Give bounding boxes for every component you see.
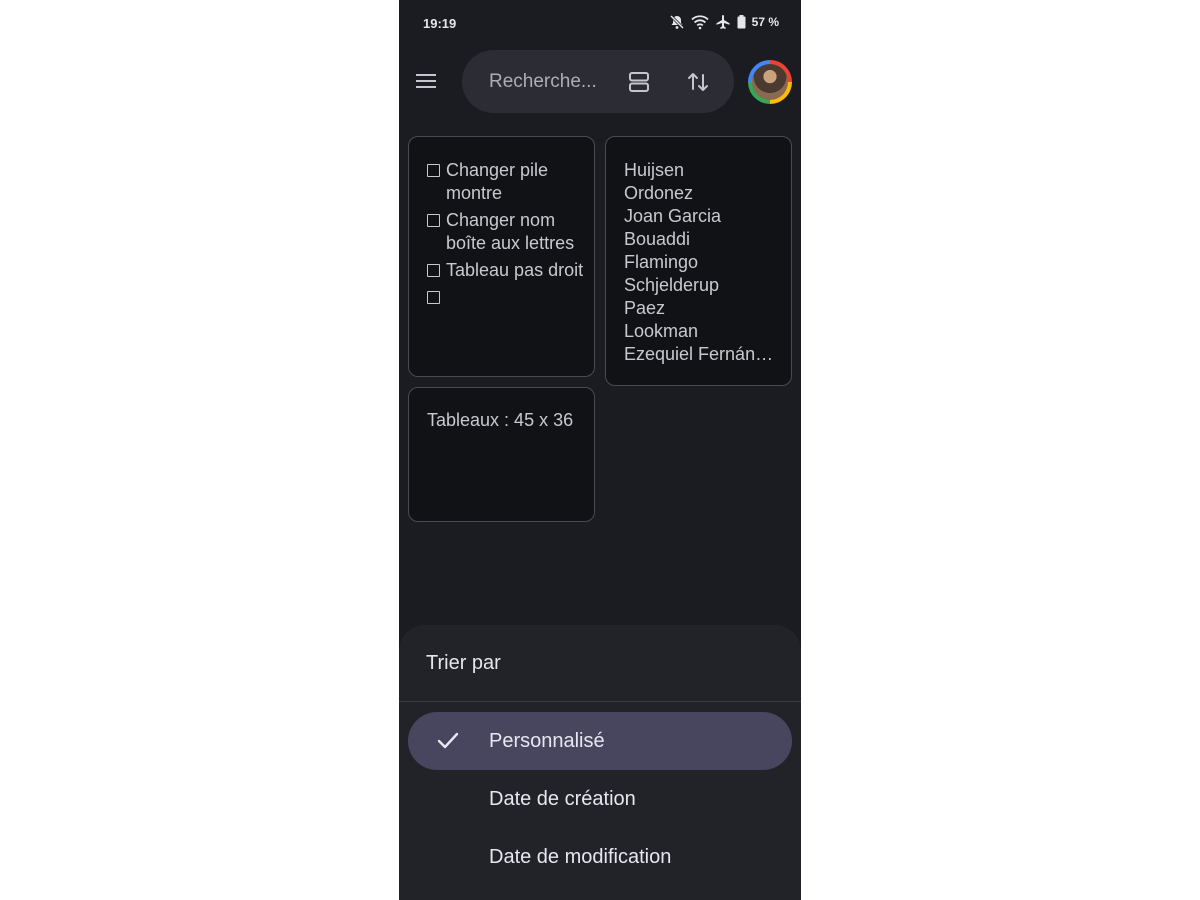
sort-option-label: Personnalisé <box>489 730 605 752</box>
checklist-item: Tableau pas droit <box>427 259 584 282</box>
note-line: Ezequiel Fernán… <box>624 344 774 364</box>
divider <box>399 701 801 702</box>
layout-toggle-button[interactable] <box>626 69 652 95</box>
airplane-icon <box>715 14 731 30</box>
avatar[interactable] <box>748 60 792 104</box>
note-names-list[interactable]: Huijsen Ordonez Joan Garcia Bouaddi Flam… <box>605 136 792 386</box>
checklist-item: Changer nom boîte aux lettres <box>427 209 584 255</box>
note-line: Flamingo <box>624 252 699 272</box>
notifications-off-icon <box>669 14 685 30</box>
sort-button[interactable] <box>684 68 712 96</box>
layout-icon <box>629 72 649 92</box>
note-line: Paez <box>624 298 666 318</box>
sheet-title: Trier par <box>426 652 501 674</box>
checkbox[interactable] <box>427 264 440 277</box>
search-bar[interactable]: Recherche... <box>462 50 734 113</box>
note-checklist[interactable]: Changer pile montre Changer nom boîte au… <box>408 136 595 377</box>
checkbox[interactable] <box>427 164 440 177</box>
phone-screen: 19:19 57 % Recherche... Changer pile mon… <box>399 0 801 900</box>
note-line: Ordonez <box>624 183 694 203</box>
note-line: Joan Garcia <box>624 206 722 226</box>
note-line: Bouaddi <box>624 229 691 249</box>
checkbox[interactable] <box>427 291 440 304</box>
sort-option-label: Date de création <box>489 788 636 810</box>
checkbox[interactable] <box>427 214 440 227</box>
wifi-icon <box>691 14 709 30</box>
note-body: Tableaux : 45 x 36 <box>427 410 574 430</box>
status-time: 19:19 <box>423 16 457 31</box>
note-text[interactable]: Tableaux : 45 x 36 <box>408 387 595 522</box>
checklist-item-text: Tableau pas droit <box>446 260 584 280</box>
checklist-item-text: Changer pile montre <box>446 160 549 203</box>
sort-option-custom[interactable]: Personnalisé <box>408 712 792 770</box>
avatar-photo <box>752 64 788 100</box>
sort-option-creation-date[interactable]: Date de création <box>408 770 792 828</box>
status-bar: 19:19 57 % <box>399 0 801 46</box>
battery-icon <box>737 15 746 29</box>
menu-button[interactable] <box>413 68 439 94</box>
battery-percent: 57 % <box>751 15 779 29</box>
search-input[interactable]: Recherche... <box>489 71 597 93</box>
checklist-item <box>427 286 584 304</box>
sort-bottom-sheet: Trier par Personnalisé Date de création … <box>399 625 801 900</box>
note-line: Lookman <box>624 321 699 341</box>
sort-option-label: Date de modification <box>489 846 672 868</box>
checklist-item: Changer pile montre <box>427 159 584 205</box>
note-line: Schjelderup <box>624 275 720 295</box>
status-icons: 57 % <box>669 14 779 30</box>
sort-icon <box>688 73 708 91</box>
note-line: Huijsen <box>624 160 685 180</box>
menu-icon <box>416 74 436 88</box>
check-icon <box>437 732 459 749</box>
sort-option-modification-date[interactable]: Date de modification <box>408 828 792 886</box>
checklist-item-text: Changer nom boîte aux lettres <box>446 210 575 253</box>
